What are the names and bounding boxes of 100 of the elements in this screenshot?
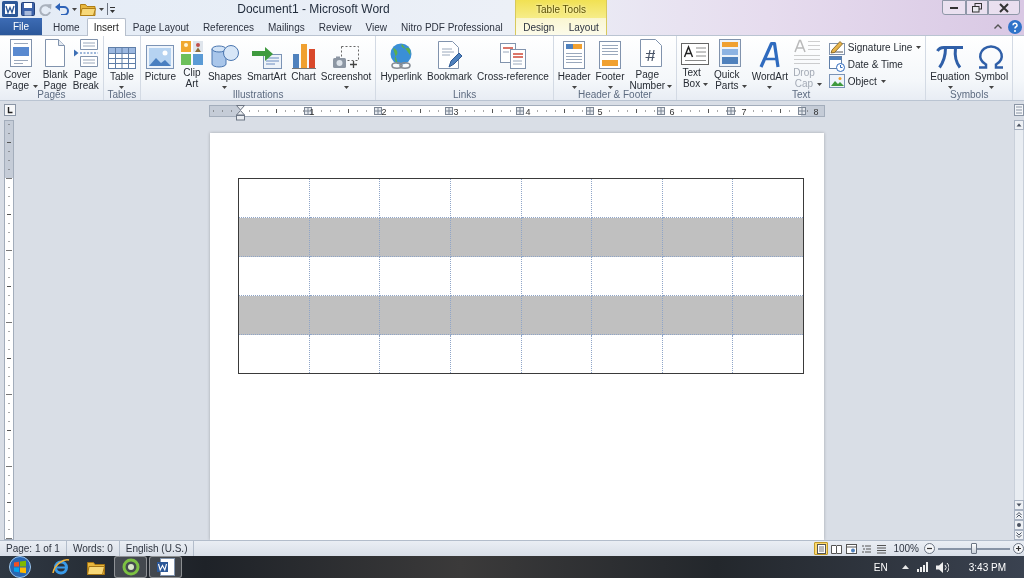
quick-parts-button[interactable]: Quick Parts	[712, 39, 749, 89]
chart-button[interactable]: Chart	[289, 39, 318, 89]
cover-page-icon	[9, 39, 32, 67]
column-marker-icon[interactable]	[657, 107, 665, 115]
print-layout-button[interactable]	[814, 542, 829, 555]
table-button[interactable]: Table	[105, 39, 138, 89]
ribbon-tab[interactable]: Home	[46, 18, 87, 35]
header-button[interactable]: Header	[555, 39, 593, 89]
blank-page-button[interactable]: Blank Page	[40, 39, 70, 89]
web-layout-button[interactable]	[844, 542, 859, 555]
zoom-level[interactable]: 100%	[890, 541, 922, 556]
column-marker-icon[interactable]	[798, 107, 806, 115]
scroll-up-icon[interactable]	[1014, 120, 1024, 130]
previous-page-icon[interactable]	[1014, 510, 1024, 520]
browse-object-icon[interactable]	[1014, 520, 1024, 530]
scroll-down-icon[interactable]	[1014, 500, 1024, 510]
hyperlink-button[interactable]: Hyperlink	[378, 39, 425, 89]
signature-line-button[interactable]: Signature Line	[826, 39, 924, 55]
column-marker-icon[interactable]	[516, 107, 524, 115]
language-indicator[interactable]: EN	[873, 559, 888, 575]
column-marker-icon[interactable]	[304, 107, 312, 115]
start-orb-icon	[8, 556, 32, 578]
speaker-icon[interactable]	[935, 561, 949, 573]
taskbar-button[interactable]	[114, 556, 147, 578]
ring-icon	[121, 558, 140, 576]
file-tab[interactable]: File	[0, 18, 42, 35]
omega-icon	[977, 45, 1006, 69]
text-box-button[interactable]: Text Box	[679, 39, 712, 89]
start-button[interactable]	[8, 556, 32, 578]
ruler-number: 5	[597, 106, 603, 117]
equation-button[interactable]: Equation	[928, 39, 972, 89]
ribbon-tab[interactable]: Page Layout	[125, 18, 196, 35]
smartart-icon	[251, 47, 282, 69]
wordart-button[interactable]: WordArt	[749, 39, 791, 89]
shapes-button[interactable]: Shapes	[205, 39, 244, 89]
ribbon-tab[interactable]: Insert	[86, 18, 126, 36]
page-break-button[interactable]: Page Break	[70, 39, 101, 89]
cross-reference-button[interactable]: Cross-reference	[475, 39, 551, 89]
next-page-icon[interactable]	[1014, 530, 1024, 540]
date-time-button[interactable]: Date & Time	[826, 56, 924, 72]
word-logo-icon[interactable]	[2, 1, 18, 17]
wordart-icon	[758, 41, 781, 69]
column-marker-icon[interactable]	[445, 107, 453, 115]
full-screen-reading-button[interactable]	[829, 542, 844, 555]
screenshot-button[interactable]: Screenshot	[318, 39, 374, 89]
caret-icon[interactable]	[72, 7, 77, 11]
picture-button[interactable]: Picture	[142, 39, 178, 89]
caret-icon[interactable]	[99, 7, 104, 11]
column-marker-icon[interactable]	[374, 107, 382, 115]
help-icon[interactable]	[1008, 19, 1022, 34]
minimize-button[interactable]	[942, 0, 966, 15]
ribbon-tab[interactable]: Nitro PDF Professional	[394, 18, 510, 35]
shapes-icon	[210, 44, 239, 69]
minimize-icon	[949, 5, 959, 10]
taskbar-button[interactable]	[149, 556, 182, 578]
ruler-number: 4	[525, 106, 531, 117]
signal-icon[interactable]	[916, 562, 928, 572]
draft-button[interactable]	[874, 542, 889, 555]
tab-stop-icon[interactable]	[4, 104, 16, 116]
ruler-number: 8	[813, 106, 819, 117]
slider-thumb[interactable]	[971, 543, 977, 554]
close-icon	[999, 2, 1009, 13]
ribbon-tab[interactable]: Mailings	[261, 18, 312, 35]
cover-page-button[interactable]: Cover Page	[2, 39, 40, 89]
close-button[interactable]	[988, 0, 1020, 15]
footer-button[interactable]: Footer	[593, 39, 627, 89]
save-icon[interactable]	[21, 2, 35, 16]
ruler-toggle-icon[interactable]	[1014, 104, 1024, 116]
ribbon-tab[interactable]: References	[195, 18, 261, 35]
zoom-in-icon[interactable]	[1013, 543, 1024, 554]
caret-up-icon[interactable]	[994, 24, 1002, 29]
ribbon-tab[interactable]: Layout	[561, 18, 606, 35]
caret-up-icon[interactable]	[901, 565, 909, 569]
ribbon-tab[interactable]: Design	[516, 18, 562, 35]
ribbon-tab[interactable]: View	[358, 18, 394, 35]
customize-icon[interactable]	[107, 3, 115, 15]
restore-button[interactable]	[966, 0, 988, 15]
page-number-button[interactable]: Page Number	[627, 39, 675, 89]
clip-art-button[interactable]: Clip Art	[178, 39, 205, 89]
ribbon-tab[interactable]: Review	[311, 18, 359, 35]
zoom-out-icon[interactable]	[924, 543, 935, 554]
page-number-icon	[639, 39, 662, 67]
undo-icon[interactable]	[55, 3, 69, 15]
column-marker-icon[interactable]	[727, 107, 735, 115]
calendar-clock-icon	[828, 56, 845, 72]
indent-marker-icon[interactable]	[236, 105, 245, 121]
smartart-button[interactable]: SmartArt	[244, 39, 289, 89]
bar-chart-icon	[291, 43, 316, 69]
bookmark-button[interactable]: Bookmark	[425, 39, 475, 89]
clip-art-icon	[180, 41, 203, 65]
page-break-icon	[73, 39, 98, 67]
clock[interactable]: 3:43 PM	[968, 559, 1006, 575]
group-label: Links	[452, 89, 477, 101]
ruler-number: 2	[381, 106, 387, 117]
horizontal-ruler[interactable]	[209, 105, 825, 117]
column-marker-icon[interactable]	[586, 107, 594, 115]
object-button[interactable]: Object	[826, 73, 924, 89]
symbol-button[interactable]: Symbol	[972, 39, 1011, 89]
text-box-icon	[681, 43, 710, 65]
header-icon	[563, 41, 586, 69]
